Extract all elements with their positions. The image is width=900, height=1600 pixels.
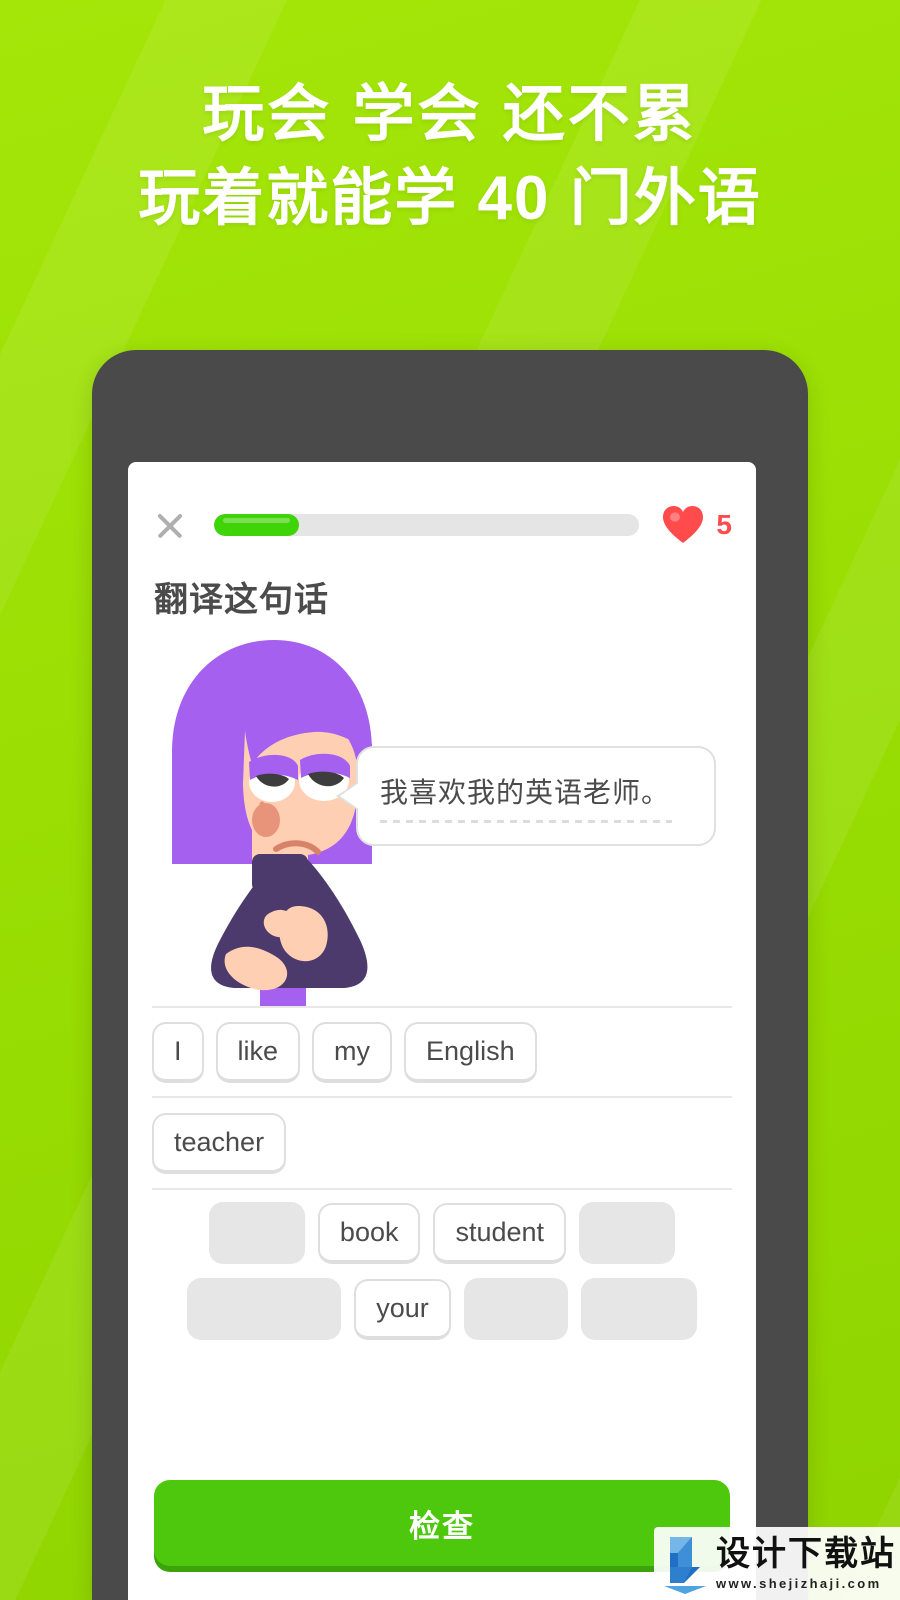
word-bank-tile[interactable]: student	[433, 1202, 567, 1264]
watermark-title: 设计下载站	[716, 1533, 896, 1574]
heart-icon	[663, 506, 704, 543]
word-bank-empty-slot	[580, 1278, 697, 1340]
answer-tile[interactable]: teacher	[152, 1112, 287, 1174]
check-button-label: 检查	[409, 1508, 475, 1544]
headline-line-1: 玩会 学会 还不累	[202, 80, 698, 149]
word-bank-empty-slot	[208, 1202, 305, 1264]
close-icon[interactable]	[152, 507, 188, 543]
answer-tile[interactable]: I	[152, 1021, 204, 1083]
answer-row: I like my English	[152, 1006, 732, 1098]
lesson-topbar: 5	[128, 502, 756, 548]
lesson-progress-bar	[214, 514, 640, 536]
check-button[interactable]: 检查	[154, 1480, 730, 1566]
answer-row: teacher	[152, 1098, 732, 1190]
answer-tile[interactable]: like	[215, 1021, 301, 1083]
answer-tile[interactable]: English	[404, 1021, 537, 1083]
phone-screen: 5 翻译这句话 我喜欢我的英语老师。 I like my English tea…	[128, 462, 756, 1600]
word-bank-row: book student	[152, 1202, 732, 1264]
hearts-indicator[interactable]: 5	[661, 505, 732, 545]
word-bank-empty-slot	[187, 1278, 342, 1340]
word-bank-empty-slot	[463, 1278, 568, 1340]
headline-line-2: 玩着就能学 40 门外语	[138, 164, 762, 234]
word-bank-empty-slot	[579, 1202, 676, 1264]
word-bank-tile[interactable]: book	[317, 1202, 421, 1264]
lesson-progress-fill	[214, 514, 300, 536]
watermark-logo-icon	[664, 1537, 706, 1594]
answer-area: I like my English teacher	[152, 1006, 732, 1190]
speech-bubble: 我喜欢我的英语老师。	[336, 746, 716, 846]
word-bank-tile[interactable]: your	[354, 1278, 451, 1340]
speech-bubble-underline	[380, 820, 673, 823]
word-bank: book student your	[152, 1202, 732, 1354]
promo-headline: 玩会 学会 还不累 玩着就能学 40 门外语	[0, 78, 900, 239]
watermark: 设计下载站 www.shejizhaji.com	[654, 1527, 900, 1600]
answer-tile[interactable]: my	[312, 1021, 393, 1083]
lesson-scene: 我喜欢我的英语老师。	[128, 634, 756, 1006]
watermark-url: www.shejizhaji.com	[716, 1576, 882, 1592]
watermark-texts: 设计下载站 www.shejizhaji.com	[716, 1533, 896, 1592]
word-bank-row: your	[152, 1278, 732, 1340]
heart-count-label: 5	[716, 509, 732, 540]
phone-mockup-frame: 5 翻译这句话 我喜欢我的英语老师。 I like my English tea…	[92, 350, 808, 1600]
page-title: 翻译这句话	[154, 581, 329, 619]
speech-bubble-text: 我喜欢我的英语老师。	[380, 777, 671, 808]
